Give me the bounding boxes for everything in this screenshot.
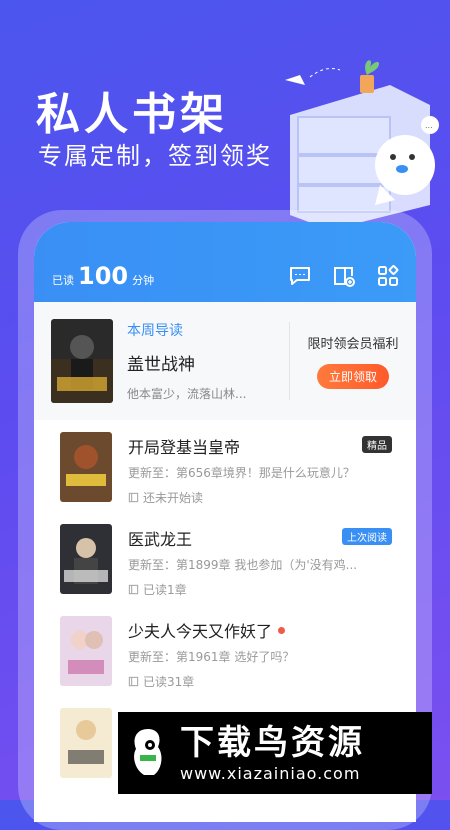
claim-button[interactable]: 立即领取 — [316, 364, 389, 389]
weekly-pick-info: 本周导读 盖世战神 他本富少，流落山林... — [127, 320, 277, 402]
vip-promo: 限时领会员福利 立即领取 — [290, 333, 416, 389]
promo-subtitle: 专属定制，签到领奖 — [38, 142, 272, 170]
read-label-suffix: 分钟 — [132, 274, 155, 287]
book-title-text: 少夫人今天又作妖了 — [128, 622, 273, 641]
read-minutes: 100 — [78, 262, 129, 290]
book-progress: 已读1章 — [128, 581, 388, 598]
book-add-icon[interactable] — [332, 264, 356, 288]
book-cover — [60, 432, 112, 502]
weekly-pick-description: 他本富少，流落山林... — [127, 387, 247, 401]
book-title: 开局登基当皇帝 — [128, 434, 388, 458]
book-list-item[interactable]: 开局登基当皇帝 更新至：第656章境界！那是什么玩意儿？ 还未开始读 精品 — [34, 420, 416, 512]
unread-dot — [278, 626, 286, 634]
book-title-text: 开局登基当皇帝 — [128, 438, 241, 457]
watermark-title: 下载鸟资源 — [180, 722, 365, 763]
book-progress-text: 已读1章 — [143, 583, 187, 597]
book-title-text: 医武龙王 — [128, 530, 193, 549]
toolbar — [288, 264, 400, 288]
book-update: 更新至：第1961章 选好了吗？ — [128, 650, 295, 664]
read-label-prefix: 已读 — [52, 274, 74, 287]
watermark-banner: 下载鸟资源 www.xiazainiao.com — [118, 712, 432, 794]
weekly-pick-card[interactable]: 本周导读 盖世战神 他本富少，流落山林... 限时领会员福利 立即领取 — [34, 302, 416, 420]
bookmark-icon — [128, 492, 139, 503]
book-progress-text: 已读31章 — [143, 675, 195, 689]
weekly-pick-tag: 本周导读 — [127, 323, 183, 339]
watermark-url: www.xiazainiao.com — [180, 763, 361, 783]
book-meta: 开局登基当皇帝 更新至：第656章境界！那是什么玩意儿？ 还未开始读 — [128, 434, 388, 506]
book-update: 更新至：第656章境界！那是什么玩意儿？ — [128, 466, 355, 480]
svg-text:...: ... — [425, 121, 433, 130]
promo-title: 私人书架 — [36, 89, 228, 140]
book-cover — [60, 616, 112, 686]
book-cover — [60, 708, 112, 778]
vip-promo-text: 限时领会员福利 — [307, 337, 399, 352]
weekly-pick-title: 盖世战神 — [127, 355, 195, 375]
watermark-text: 下载鸟资源 www.xiazainiao.com — [180, 724, 365, 783]
bookmark-icon — [128, 584, 139, 595]
book-list-item[interactable]: 少夫人今天又作妖了 更新至：第1961章 选好了吗？ 已读31章 — [34, 604, 416, 696]
last-read-badge: 上次阅读 — [342, 528, 392, 545]
book-progress: 已读31章 — [128, 673, 388, 690]
book-progress-text: 还未开始读 — [143, 491, 204, 505]
bookmark-icon — [128, 676, 139, 687]
book-list-item[interactable]: 医武龙王 更新至：第1899章 我也参加（为'没有鸡... 已读1章 上次阅读 — [34, 512, 416, 604]
bird-logo-icon — [134, 729, 162, 775]
quality-badge: 精品 — [362, 436, 392, 453]
category-grid-icon[interactable] — [376, 264, 400, 288]
book-meta: 少夫人今天又作妖了 更新至：第1961章 选好了吗？ 已读31章 — [128, 618, 388, 690]
message-icon[interactable] — [288, 264, 312, 288]
reading-time: 已读 100 分钟 — [52, 262, 154, 290]
book-progress: 还未开始读 — [128, 489, 388, 506]
book-cover — [51, 319, 113, 403]
book-cover — [60, 524, 112, 594]
book-title: 少夫人今天又作妖了 — [128, 618, 388, 642]
bookshelf-illustration: ... — [285, 60, 439, 230]
top-bar: 已读 100 分钟 — [34, 222, 416, 302]
book-update: 更新至：第1899章 我也参加（为'没有鸡... — [128, 558, 358, 572]
